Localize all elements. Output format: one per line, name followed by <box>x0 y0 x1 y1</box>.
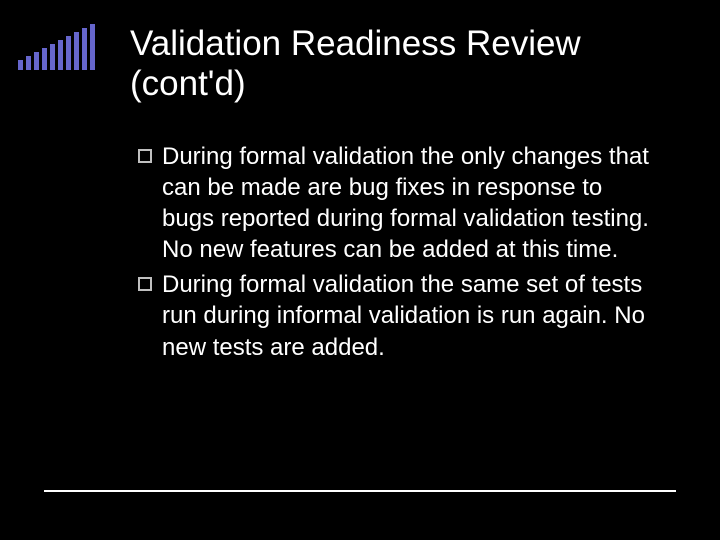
square-bullet-icon <box>138 149 152 163</box>
slide-content: Validation Readiness Review (cont'd) Dur… <box>0 0 720 363</box>
slide-body: During formal validation the only change… <box>130 141 660 363</box>
bullet-item: During formal validation the same set of… <box>138 269 660 363</box>
corner-bars-icon <box>18 24 95 70</box>
bullet-item: During formal validation the only change… <box>138 141 660 266</box>
slide-title: Validation Readiness Review (cont'd) <box>130 24 660 105</box>
divider-line <box>44 490 676 492</box>
bullet-text: During formal validation the same set of… <box>162 269 660 363</box>
bullet-text: During formal validation the only change… <box>162 141 660 266</box>
slide: Validation Readiness Review (cont'd) Dur… <box>0 0 720 540</box>
square-bullet-icon <box>138 277 152 291</box>
